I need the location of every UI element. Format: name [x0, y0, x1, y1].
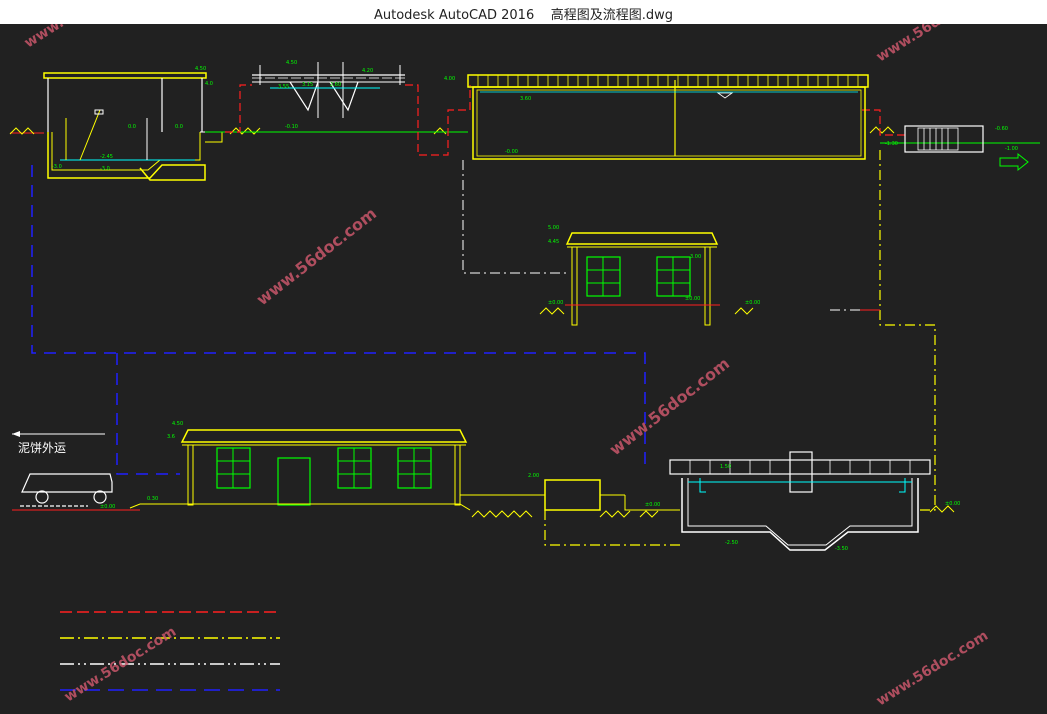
- title-bar: Autodesk AutoCAD 2016 高程图及流程图.dwg: [0, 0, 1047, 25]
- svg-text:±0.00: ±0.00: [745, 300, 760, 306]
- svg-text:4.50: 4.50: [172, 421, 183, 427]
- svg-text:2.00: 2.00: [528, 473, 539, 479]
- svg-text:3.15: 3.15: [302, 82, 313, 88]
- cad-drawing: 4.50 4.0 0.0 0.0 -2.45 -3.0 -3.0 -0.10 4…: [9, 0, 1040, 709]
- sludge-label: 泥饼外运: [18, 441, 66, 455]
- svg-text:-3.0: -3.0: [52, 164, 62, 170]
- svg-text:0.30: 0.30: [147, 496, 158, 502]
- svg-text:3.60: 3.60: [520, 96, 531, 102]
- svg-text:4.0: 4.0: [205, 81, 213, 87]
- svg-text:-3.50: -3.50: [835, 546, 848, 552]
- svg-text:±0.00: ±0.00: [645, 502, 660, 508]
- channel-section: 4.50 4.20 3.55 3.15 2.60: [252, 60, 405, 118]
- svg-text:3.55: 3.55: [278, 84, 289, 90]
- svg-text:3.00: 3.00: [690, 254, 701, 260]
- watermark: www.56doc.com: [22, 24, 139, 51]
- truck-icon: [20, 473, 113, 507]
- svg-text:4.20: 4.20: [362, 68, 373, 74]
- watermark: www.56doc.com: [253, 204, 380, 309]
- svg-text:1.50: 1.50: [720, 464, 731, 470]
- drawing-canvas[interactable]: 4.50 4.0 0.0 0.0 -2.45 -3.0 -3.0 -0.10 4…: [0, 0, 1047, 709]
- svg-text:4.50: 4.50: [286, 60, 297, 66]
- svg-text:5.00: 5.00: [548, 225, 559, 231]
- svg-text:±0.00: ±0.00: [100, 504, 115, 510]
- svg-text:±0.00: ±0.00: [548, 300, 563, 306]
- svg-text:-0.60: -0.60: [995, 126, 1008, 132]
- watermark: www.56doc.com: [874, 24, 991, 65]
- main-tank: 4.00 3.60 -0.00: [444, 74, 869, 160]
- svg-text:-2.45: -2.45: [100, 154, 113, 160]
- small-house: 5.00 4.45 3.00 ±0.00 ±0.00 ±0.00: [548, 225, 760, 326]
- svg-text:-3.0: -3.0: [100, 166, 110, 172]
- watermark: www.56doc.com: [606, 354, 733, 459]
- file-name: 高程图及流程图.dwg: [550, 8, 674, 23]
- yellow-return-line: [544, 150, 936, 546]
- svg-text:4.45: 4.45: [548, 239, 559, 245]
- svg-text:4.50: 4.50: [195, 66, 206, 72]
- app-name: Autodesk AutoCAD 2016: [373, 8, 535, 23]
- svg-text:-0.00: -0.00: [505, 149, 518, 155]
- svg-text:-1.00: -1.00: [1005, 146, 1018, 152]
- svg-text:4.00: 4.00: [444, 76, 455, 82]
- svg-text:-2.50: -2.50: [725, 540, 738, 546]
- svg-text:0.0: 0.0: [128, 124, 136, 130]
- svg-text:0.0: 0.0: [175, 124, 183, 130]
- svg-text:-0.10: -0.10: [285, 124, 298, 130]
- svg-text:±0.00: ±0.00: [685, 296, 700, 302]
- window-title: Autodesk AutoCAD 2016 高程图及流程图.dwg: [0, 4, 1047, 23]
- svg-text:3.6: 3.6: [167, 434, 175, 440]
- thickener-tank: 1.50 ±0.00 -2.50 -3.50: [669, 451, 960, 552]
- watermark: www.56doc.com: [874, 628, 991, 709]
- svg-text:-1.30: -1.30: [885, 141, 898, 147]
- red-pipes-top: [225, 84, 905, 156]
- svg-text:±0.00: ±0.00: [945, 501, 960, 507]
- screen-chamber: 4.50 4.0 0.0 0.0 -2.45 -3.0 -3.0: [10, 66, 223, 181]
- sludge-transport: 泥饼外运: [12, 431, 113, 507]
- filter-unit: -0.60 -1.00 -1.30: [885, 125, 1029, 172]
- white-dashdot-line: [462, 160, 860, 311]
- sludge-pipeline: [31, 165, 646, 475]
- watermarks: www.56doc.com www.56doc.com www.56doc.co…: [22, 0, 991, 709]
- svg-text:2.60: 2.60: [330, 82, 341, 88]
- sludge-tank: 2.00 ±0.00: [460, 473, 680, 511]
- hydraulic-line-top: -0.10: [205, 124, 1040, 144]
